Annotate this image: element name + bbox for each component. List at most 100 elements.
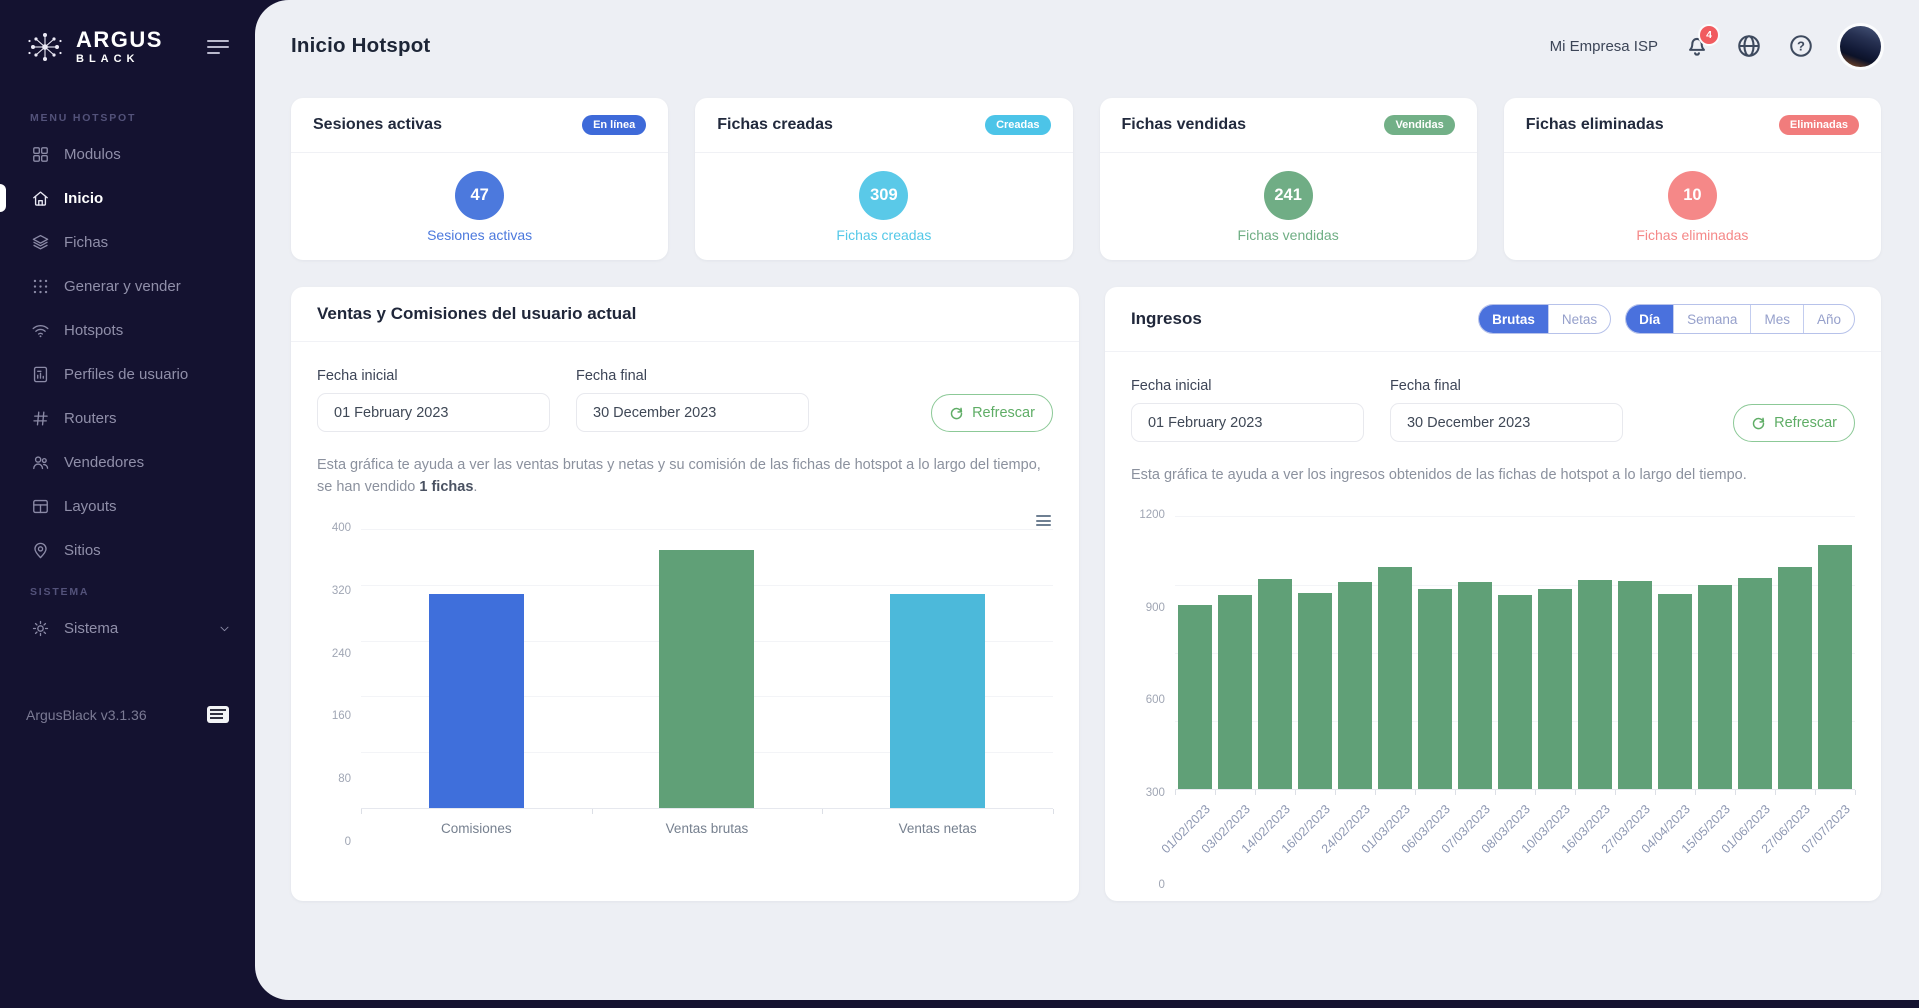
home-icon: [30, 188, 50, 208]
ingresos-bar-chart: 1200900600300001/02/202303/02/202314/02/…: [1131, 516, 1855, 886]
sidebar-collapse-icon[interactable]: [203, 32, 233, 62]
toggle-a-o[interactable]: Año: [1803, 305, 1854, 333]
fecha-inicial-label: Fecha inicial: [317, 368, 550, 384]
sidebar-menu: Modulos Inicio Fichas Generar y venderHotsp…: [0, 132, 255, 572]
sales-panel: Ventas y Comisiones del usuario actual F…: [291, 287, 1079, 901]
notifications-bell-icon[interactable]: 4: [1684, 33, 1710, 59]
sidebar-item-sistema[interactable]: Sistema: [0, 606, 255, 650]
chart-menu-icon[interactable]: [1036, 513, 1051, 529]
brand-name-bottom: BLACK: [76, 53, 163, 65]
toggle-netas[interactable]: Netas: [1548, 305, 1610, 333]
toggle-semana[interactable]: Semana: [1673, 305, 1750, 333]
sidebar-item-hotspots[interactable]: Hotspots: [0, 308, 255, 352]
bar-ventas-brutas: [659, 550, 754, 808]
toggle-d-a[interactable]: Día: [1626, 305, 1673, 333]
bar-14-02-2023: [1258, 579, 1292, 789]
x-tick-label: Comisiones: [361, 821, 592, 836]
y-tick-label: 0: [345, 836, 351, 848]
bar-04-04-2023: [1658, 594, 1692, 790]
fecha-final-input[interactable]: [576, 393, 809, 432]
stat-value-circle: 47: [455, 171, 504, 220]
period-toggle: DíaSemanaMesAño: [1625, 304, 1855, 334]
status-badge: Eliminadas: [1779, 115, 1859, 135]
user-avatar[interactable]: [1840, 26, 1881, 67]
x-tick-label: Ventas brutas: [592, 821, 823, 836]
sidebar-item-modulos[interactable]: Modulos: [0, 132, 255, 176]
sidebar-item-label: Fichas: [64, 234, 108, 251]
stat-card-link[interactable]: Fichas eliminadas: [1636, 227, 1748, 243]
bar-27-06-2023: [1778, 567, 1812, 790]
stat-card-title: Sesiones activas: [313, 116, 442, 134]
stat-card-link[interactable]: Fichas vendidas: [1238, 227, 1339, 243]
sales-bar-chart: 400320240160800ComisionesVentas brutasVe…: [317, 529, 1053, 843]
sidebar-item-label: Perfiles de usuario: [64, 366, 188, 383]
sales-description: Esta gráfica te ayuda a ver las ventas b…: [317, 454, 1053, 499]
sidebar-item-label: Layouts: [64, 498, 117, 515]
refresh-button[interactable]: Refrescar: [1733, 404, 1855, 442]
sidebar: ARGUS BLACK MENU HOTSPOT ModulosInicioFi…: [0, 0, 255, 1008]
sidebar-item-generar-y-vender[interactable]: Generar y vender: [0, 264, 255, 308]
y-tick-label: 1200: [1139, 509, 1165, 521]
sidebar-item-perfiles-de-usuario[interactable]: Perfiles de usuario: [0, 352, 255, 396]
refresh-icon: [1751, 416, 1766, 431]
stat-card-link[interactable]: Fichas creadas: [836, 227, 931, 243]
plot-area: [1175, 516, 1855, 790]
refresh-button[interactable]: Refrescar: [931, 394, 1053, 432]
bar-03-02-2023: [1218, 595, 1252, 790]
stat-card-link[interactable]: Sesiones activas: [427, 227, 532, 243]
stat-value-circle: 241: [1264, 171, 1313, 220]
svg-text:?: ?: [1797, 39, 1805, 54]
fecha-inicial-label: Fecha inicial: [1131, 378, 1364, 394]
stat-value-circle: 309: [859, 171, 908, 220]
bar-01-02-2023: [1178, 605, 1212, 789]
language-globe-icon[interactable]: [1736, 33, 1762, 59]
help-icon[interactable]: ?: [1788, 33, 1814, 59]
sidebar-section-menu-hotspot: MENU HOTSPOT: [30, 112, 255, 124]
sidebar-item-label: Vendedores: [64, 454, 144, 471]
stat-card-title: Fichas vendidas: [1122, 116, 1247, 134]
bar-24-02-2023: [1338, 582, 1372, 789]
sidebar-item-routers[interactable]: Routers: [0, 396, 255, 440]
status-badge: En línea: [582, 115, 646, 135]
bar-16-03-2023: [1578, 580, 1612, 789]
fecha-inicial-input[interactable]: [1131, 403, 1364, 442]
brand-logo-icon: [24, 26, 66, 68]
bar-06-03-2023: [1418, 589, 1452, 789]
sidebar-item-sitios[interactable]: Sitios: [0, 528, 255, 572]
notification-count-badge: 4: [1700, 26, 1718, 44]
content-area: Inicio Hotspot Mi Empresa ISP 4 ?: [255, 0, 1919, 1000]
panels-row: Ventas y Comisiones del usuario actual F…: [255, 260, 1919, 901]
sidebar-item-vendedores[interactable]: Vendedores: [0, 440, 255, 484]
y-tick-label: 400: [332, 522, 351, 534]
bar-16-02-2023: [1298, 593, 1332, 790]
sidebar-system-menu: Sistema: [0, 606, 255, 650]
toggle-mes[interactable]: Mes: [1750, 305, 1803, 333]
fecha-final-input[interactable]: [1390, 403, 1623, 442]
bar-07-07-2023: [1818, 545, 1852, 790]
bar-comisiones: [429, 594, 524, 808]
y-tick-label: 0: [1159, 879, 1165, 891]
y-tick-label: 900: [1146, 602, 1165, 614]
sidebar-item-fichas[interactable]: Fichas: [0, 220, 255, 264]
status-badge: Creadas: [985, 115, 1050, 135]
bar-ventas-netas: [890, 594, 985, 808]
bar-07-03-2023: [1458, 582, 1492, 789]
sidebar-item-inicio[interactable]: Inicio: [0, 176, 255, 220]
y-tick-label: 160: [332, 710, 351, 722]
stat-cards-row: Sesiones activas En línea 47 Sesiones ac…: [255, 92, 1919, 260]
y-tick-label: 240: [332, 648, 351, 660]
profile-doc-icon: [30, 364, 50, 384]
y-tick-label: 600: [1146, 694, 1165, 706]
sidebar-item-label: Inicio: [64, 190, 103, 207]
sidebar-item-label: Routers: [64, 410, 117, 427]
fecha-inicial-input[interactable]: [317, 393, 550, 432]
toggle-brutas[interactable]: Brutas: [1479, 305, 1548, 333]
sidebar-item-layouts[interactable]: Layouts: [0, 484, 255, 528]
stat-card-title: Fichas eliminadas: [1526, 116, 1664, 134]
bar-10-03-2023: [1538, 589, 1572, 789]
fecha-final-label: Fecha final: [1390, 378, 1623, 394]
status-badge: Vendidas: [1384, 115, 1454, 135]
layout-icon: [30, 496, 50, 516]
version-badge-icon: [207, 706, 229, 723]
map-pin-icon: [30, 540, 50, 560]
